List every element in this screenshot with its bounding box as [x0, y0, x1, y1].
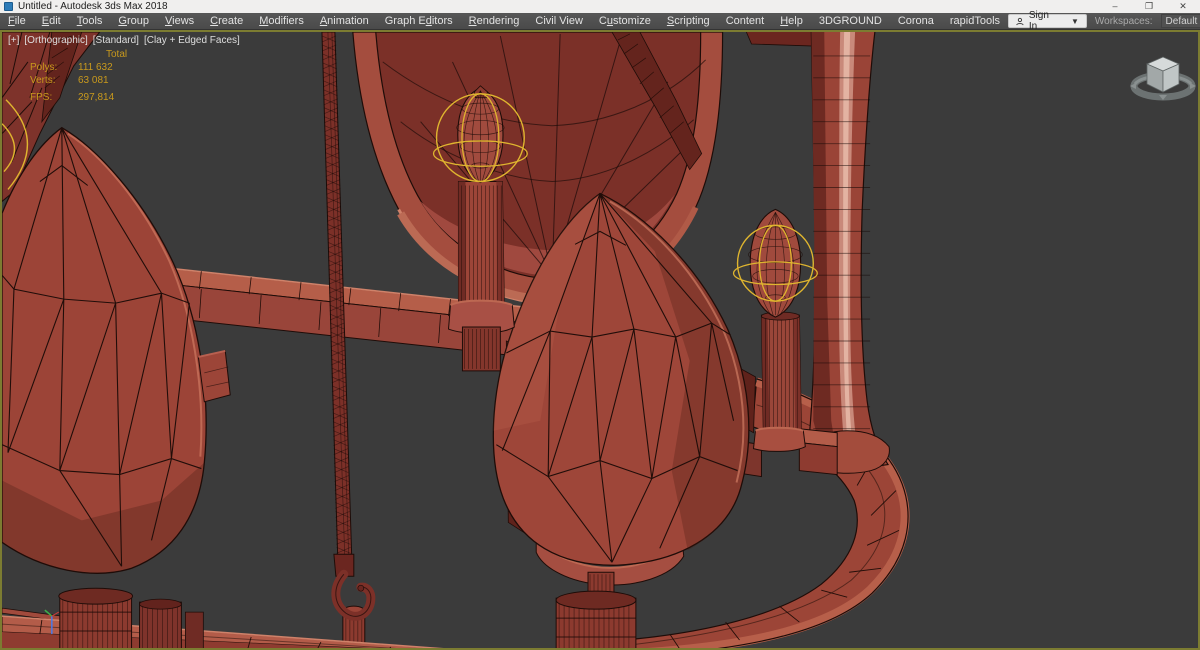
frame-plate — [197, 350, 231, 403]
viewport-label-segment[interactable]: [Orthographic] — [24, 35, 87, 46]
workspace-dropdown[interactable]: Default ▼ — [1160, 14, 1200, 28]
sign-in-label: Sign In — [1028, 10, 1049, 32]
menu-rendering[interactable]: Rendering — [461, 13, 528, 30]
menu-scripting[interactable]: Scripting — [659, 13, 718, 30]
view-cube[interactable] — [1128, 42, 1200, 106]
menu-list: File Edit Tools Group Views Create Modifiers An… — [0, 13, 1008, 29]
teardrop-ornament-left[interactable] — [2, 126, 231, 574]
menu-views[interactable]: Views — [157, 13, 202, 30]
menu-3dground[interactable]: 3DGROUND — [811, 13, 890, 30]
menu-help[interactable]: Help — [772, 13, 811, 30]
menu-rapidtools[interactable]: rapidTools — [942, 13, 1008, 30]
window-title: Untitled - Autodesk 3ds Max 2018 — [18, 1, 168, 12]
viewport-label-segment[interactable]: [+] — [8, 35, 19, 46]
viewport-label-segment[interactable]: [Standard] — [93, 35, 139, 46]
viewport-label: [+] [Orthographic] [Standard] [Clay + Edged… — [8, 35, 240, 46]
window-controls: – ❐ ✕ — [1098, 0, 1200, 13]
maximize-button[interactable]: ❐ — [1132, 0, 1166, 13]
workspace-value: Default — [1165, 15, 1198, 27]
chevron-down-icon: ▼ — [1070, 16, 1079, 26]
menu-graph-editors[interactable]: Graph Editors — [377, 13, 461, 30]
app-icon[interactable] — [4, 2, 13, 11]
title-bar: Untitled - Autodesk 3ds Max 2018 – ❐ ✕ — [0, 0, 1200, 13]
minimize-button[interactable]: – — [1098, 0, 1132, 13]
sign-in-button[interactable]: Sign In ▼ — [1008, 10, 1087, 32]
menu-group[interactable]: Group — [110, 13, 157, 30]
3d-viewport[interactable]: [+] [Orthographic] [Standard] [Clay + Edged… — [0, 30, 1200, 650]
menu-modifiers[interactable]: Modifiers — [251, 13, 312, 30]
viewport-label-segment[interactable]: [Clay + Edged Faces] — [144, 35, 240, 46]
menu-file[interactable]: File — [0, 13, 34, 30]
menu-edit[interactable]: Edit — [34, 13, 69, 30]
base-cylinders[interactable] — [58, 587, 204, 648]
scene-canvas[interactable] — [2, 32, 1198, 648]
menubar-right: Sign In ▼ Workspaces: Default ▼ — [1008, 10, 1200, 32]
menu-animation[interactable]: Animation — [312, 13, 377, 30]
workspaces-label: Workspaces: — [1094, 15, 1153, 27]
menu-civil-view[interactable]: Civil View — [527, 13, 590, 30]
menu-bar: File Edit Tools Group Views Create Modifiers An… — [0, 10, 1200, 32]
menu-corona[interactable]: Corona — [890, 13, 942, 30]
close-button[interactable]: ✕ — [1166, 0, 1200, 13]
hook-and-finial[interactable] — [331, 569, 376, 648]
user-icon — [1016, 17, 1024, 25]
menu-create[interactable]: Create — [202, 13, 251, 30]
menu-customize[interactable]: Customize — [591, 13, 659, 30]
menu-tools[interactable]: Tools — [69, 13, 111, 30]
menu-content[interactable]: Content — [718, 13, 773, 30]
